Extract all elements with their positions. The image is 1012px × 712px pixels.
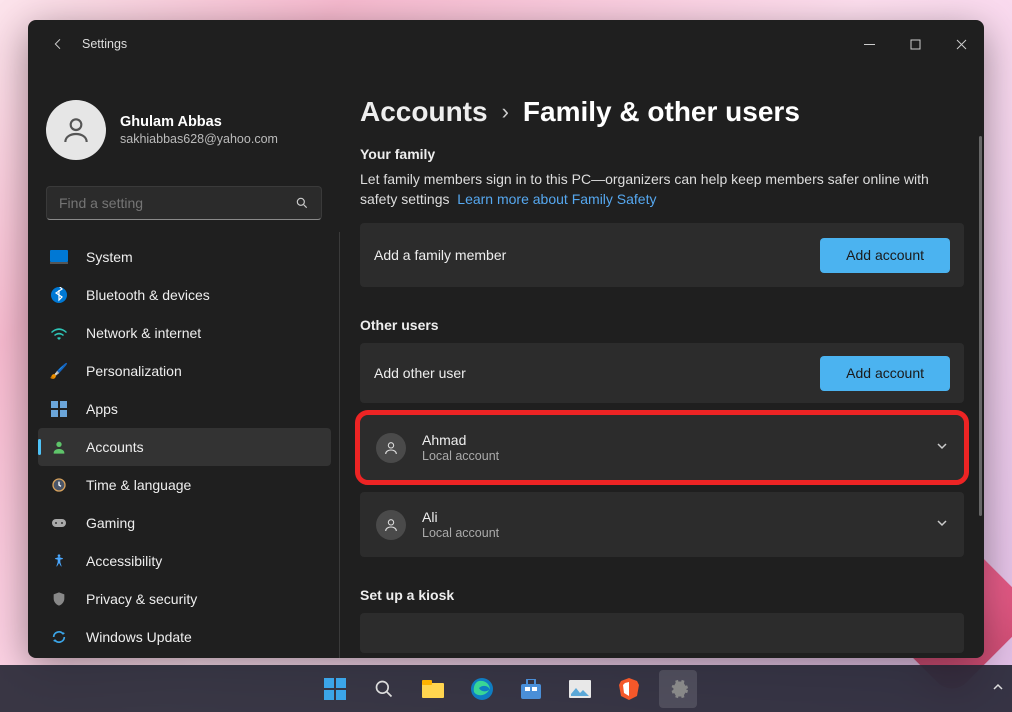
brush-icon: 🖌️ xyxy=(50,362,68,380)
breadcrumb-current: Family & other users xyxy=(523,96,800,128)
sidebar: Ghulam Abbas sakhiabbas628@yahoo.com Sys… xyxy=(28,68,340,658)
window-title: Settings xyxy=(82,37,127,51)
start-button[interactable] xyxy=(316,670,354,708)
profile-name: Ghulam Abbas xyxy=(120,114,278,130)
add-family-member-card: Add a family member Add account xyxy=(360,223,964,287)
system-icon xyxy=(50,248,68,266)
user-type: Local account xyxy=(422,449,499,463)
shield-icon xyxy=(50,590,68,608)
kiosk-section-title: Set up a kiosk xyxy=(360,587,964,603)
profile-email: sakhiabbas628@yahoo.com xyxy=(120,132,278,146)
clock-icon xyxy=(50,476,68,494)
apps-icon xyxy=(50,400,68,418)
store-icon[interactable] xyxy=(512,670,550,708)
avatar xyxy=(46,100,106,160)
sidebar-item-accounts[interactable]: Accounts xyxy=(38,428,331,466)
sidebar-item-accessibility[interactable]: Accessibility xyxy=(38,542,331,580)
wifi-icon xyxy=(50,324,68,342)
add-other-user-card: Add other user Add account xyxy=(360,343,964,403)
person-icon xyxy=(50,438,68,456)
settings-icon[interactable] xyxy=(659,670,697,708)
gaming-icon xyxy=(50,514,68,532)
user-name: Ali xyxy=(422,509,499,525)
tray-chevron-icon[interactable] xyxy=(992,680,1004,698)
taskbar-search-icon[interactable] xyxy=(365,670,403,708)
sidebar-item-label: Network & internet xyxy=(86,325,201,341)
scrollbar[interactable] xyxy=(979,136,982,516)
sidebar-item-label: Gaming xyxy=(86,515,135,531)
chevron-right-icon: › xyxy=(502,99,509,125)
add-family-account-button[interactable]: Add account xyxy=(820,238,950,273)
sidebar-item-bluetooth[interactable]: Bluetooth & devices xyxy=(38,276,331,314)
taskbar xyxy=(0,665,1012,712)
bluetooth-icon xyxy=(50,286,68,304)
user-type: Local account xyxy=(422,526,499,540)
kiosk-card[interactable] xyxy=(360,613,964,653)
breadcrumb-parent[interactable]: Accounts xyxy=(360,96,488,128)
minimize-button[interactable] xyxy=(846,24,892,64)
sidebar-item-label: Accessibility xyxy=(86,553,162,569)
sidebar-item-label: System xyxy=(86,249,133,265)
sidebar-item-gaming[interactable]: Gaming xyxy=(38,504,331,542)
person-icon xyxy=(376,510,406,540)
sidebar-item-apps[interactable]: Apps xyxy=(38,390,331,428)
family-safety-link[interactable]: Learn more about Family Safety xyxy=(457,191,656,207)
sidebar-item-personalization[interactable]: 🖌️ Personalization xyxy=(38,352,331,390)
user-name: Ahmad xyxy=(422,432,499,448)
user-card-ali[interactable]: Ali Local account xyxy=(360,492,964,557)
search-input[interactable] xyxy=(59,195,295,211)
nav-list: System Bluetooth & devices Network & int… xyxy=(28,232,340,658)
chevron-down-icon xyxy=(936,440,948,455)
family-section-title: Your family xyxy=(360,146,964,162)
search-icon xyxy=(295,196,309,210)
user-card-ahmad[interactable]: Ahmad Local account xyxy=(360,415,964,480)
sidebar-item-privacy[interactable]: Privacy & security xyxy=(38,580,331,618)
brave-icon[interactable] xyxy=(610,670,648,708)
sidebar-item-label: Windows Update xyxy=(86,629,192,645)
sidebar-item-system[interactable]: System xyxy=(38,238,331,276)
sidebar-item-label: Personalization xyxy=(86,363,182,379)
breadcrumb: Accounts › Family & other users xyxy=(360,96,964,128)
photos-icon[interactable] xyxy=(561,670,599,708)
file-explorer-icon[interactable] xyxy=(414,670,452,708)
sidebar-item-network[interactable]: Network & internet xyxy=(38,314,331,352)
add-family-label: Add a family member xyxy=(374,247,506,263)
accessibility-icon xyxy=(50,552,68,570)
close-button[interactable] xyxy=(938,24,984,64)
sidebar-item-label: Apps xyxy=(86,401,118,417)
search-box[interactable] xyxy=(46,186,322,220)
add-other-label: Add other user xyxy=(374,365,466,381)
sidebar-item-label: Privacy & security xyxy=(86,591,197,607)
sidebar-item-label: Accounts xyxy=(86,439,144,455)
maximize-button[interactable] xyxy=(892,24,938,64)
sidebar-item-label: Bluetooth & devices xyxy=(86,287,210,303)
other-users-title: Other users xyxy=(360,317,964,333)
content-area: Accounts › Family & other users Your fam… xyxy=(340,68,984,658)
sidebar-item-label: Time & language xyxy=(86,477,191,493)
titlebar: Settings xyxy=(28,20,984,68)
sidebar-item-update[interactable]: Windows Update xyxy=(38,618,331,656)
chevron-down-icon xyxy=(936,517,948,532)
settings-window: Settings Ghulam Abbas sakhiabbas628@yaho… xyxy=(28,20,984,658)
family-section-desc: Let family members sign in to this PC—or… xyxy=(360,170,964,209)
update-icon xyxy=(50,628,68,646)
person-icon xyxy=(376,433,406,463)
edge-icon[interactable] xyxy=(463,670,501,708)
sidebar-item-time[interactable]: Time & language xyxy=(38,466,331,504)
add-other-account-button[interactable]: Add account xyxy=(820,356,950,391)
back-button[interactable] xyxy=(42,28,74,60)
profile-block[interactable]: Ghulam Abbas sakhiabbas628@yahoo.com xyxy=(28,80,340,176)
